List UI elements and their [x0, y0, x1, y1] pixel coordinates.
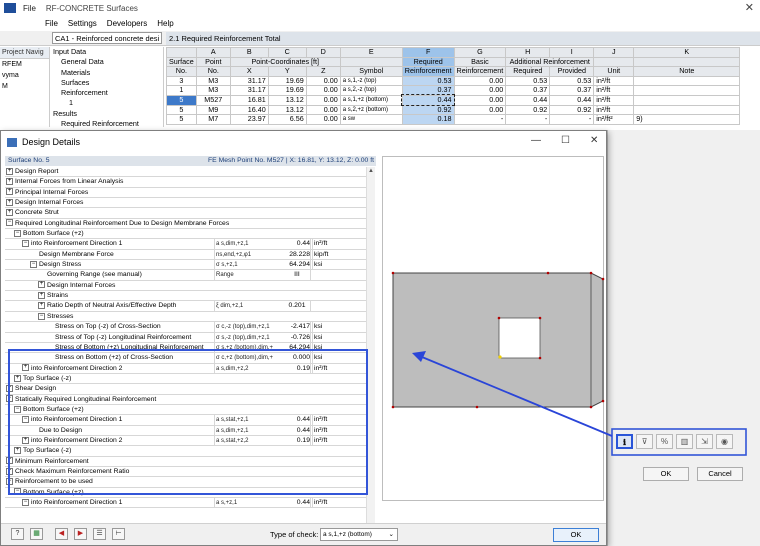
- arrow-head: [412, 351, 426, 362]
- annotation-arrow: [421, 356, 613, 437]
- toolbar-highlight-box: [611, 428, 747, 456]
- annotation-overlay: [412, 351, 747, 456]
